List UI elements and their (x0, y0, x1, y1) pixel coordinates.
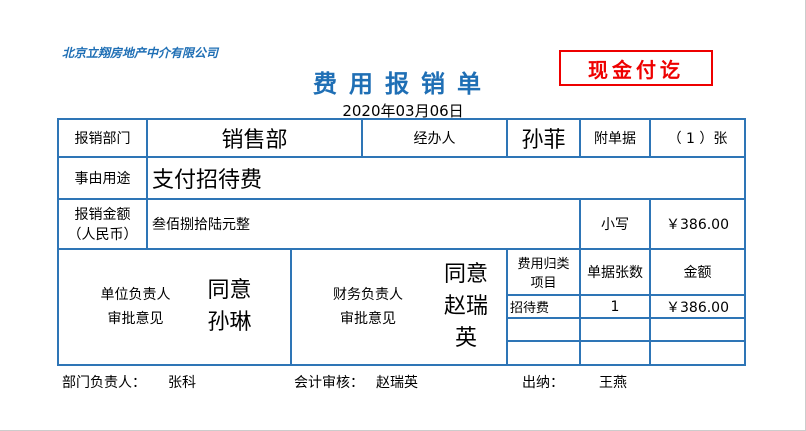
finance-opinion[interactable]: 同意赵瑞英 (442, 259, 490, 355)
amount-upper[interactable]: 叁佰捌拾陆元整 (146, 198, 581, 250)
finance-label: 财务负责人审批意见 (333, 287, 403, 327)
attach-label: 附单据 (579, 118, 651, 158)
item-count[interactable]: 1 (579, 294, 651, 319)
item-category[interactable]: 招待费 (506, 294, 581, 319)
empty-cell[interactable] (506, 317, 581, 342)
empty-cell[interactable] (579, 340, 651, 366)
company-name: 北京立翔房地产中介有限公司 (62, 46, 219, 60)
amount-label: 报销金额（人民币） (57, 198, 148, 250)
dept-label: 报销部门 (57, 118, 148, 158)
finance-approval-cell: 财务负责人审批意见 同意赵瑞英 (290, 248, 508, 366)
attach-count[interactable]: （ 1 ）张 (649, 118, 746, 158)
unit-opinion[interactable]: 同意孙琳 (206, 275, 254, 339)
header-count: 单据张数 (579, 248, 651, 296)
empty-cell[interactable] (506, 340, 581, 366)
handler-label: 经办人 (361, 118, 508, 158)
empty-cell[interactable] (649, 317, 746, 342)
cash-paid-stamp: 现金付讫 (559, 50, 713, 86)
header-amount: 金额 (649, 248, 746, 296)
unit-approval-cell: 单位负责人审批意见 同意孙琳 (57, 248, 292, 366)
cashier-label: 出纳： (522, 375, 564, 391)
dept-head-value: 张科 (168, 375, 196, 391)
purpose-value[interactable]: 支付招待费 (146, 156, 746, 200)
empty-cell[interactable] (579, 317, 651, 342)
handler-value[interactable]: 孙菲 (506, 118, 581, 158)
expense-form: 北京立翔房地产中介有限公司 费用报销单 现金付讫 2020年03月06日 报销部… (0, 0, 806, 431)
empty-cell[interactable] (649, 340, 746, 366)
unit-label: 单位负责人审批意见 (100, 287, 171, 327)
item-amount[interactable]: ￥386.00 (649, 294, 746, 319)
audit-label: 会计审核： (294, 375, 364, 391)
audit-value: 赵瑞英 (376, 375, 418, 391)
amount-small[interactable]: ￥386.00 (649, 198, 746, 250)
purpose-label: 事由用途 (57, 156, 148, 200)
dept-value[interactable]: 销售部 (146, 118, 363, 158)
dept-head-label: 部门负责人： (62, 375, 146, 391)
small-label: 小写 (579, 198, 651, 250)
header-category: 费用归类项目 (506, 248, 581, 296)
cashier-value: 王燕 (599, 375, 627, 391)
